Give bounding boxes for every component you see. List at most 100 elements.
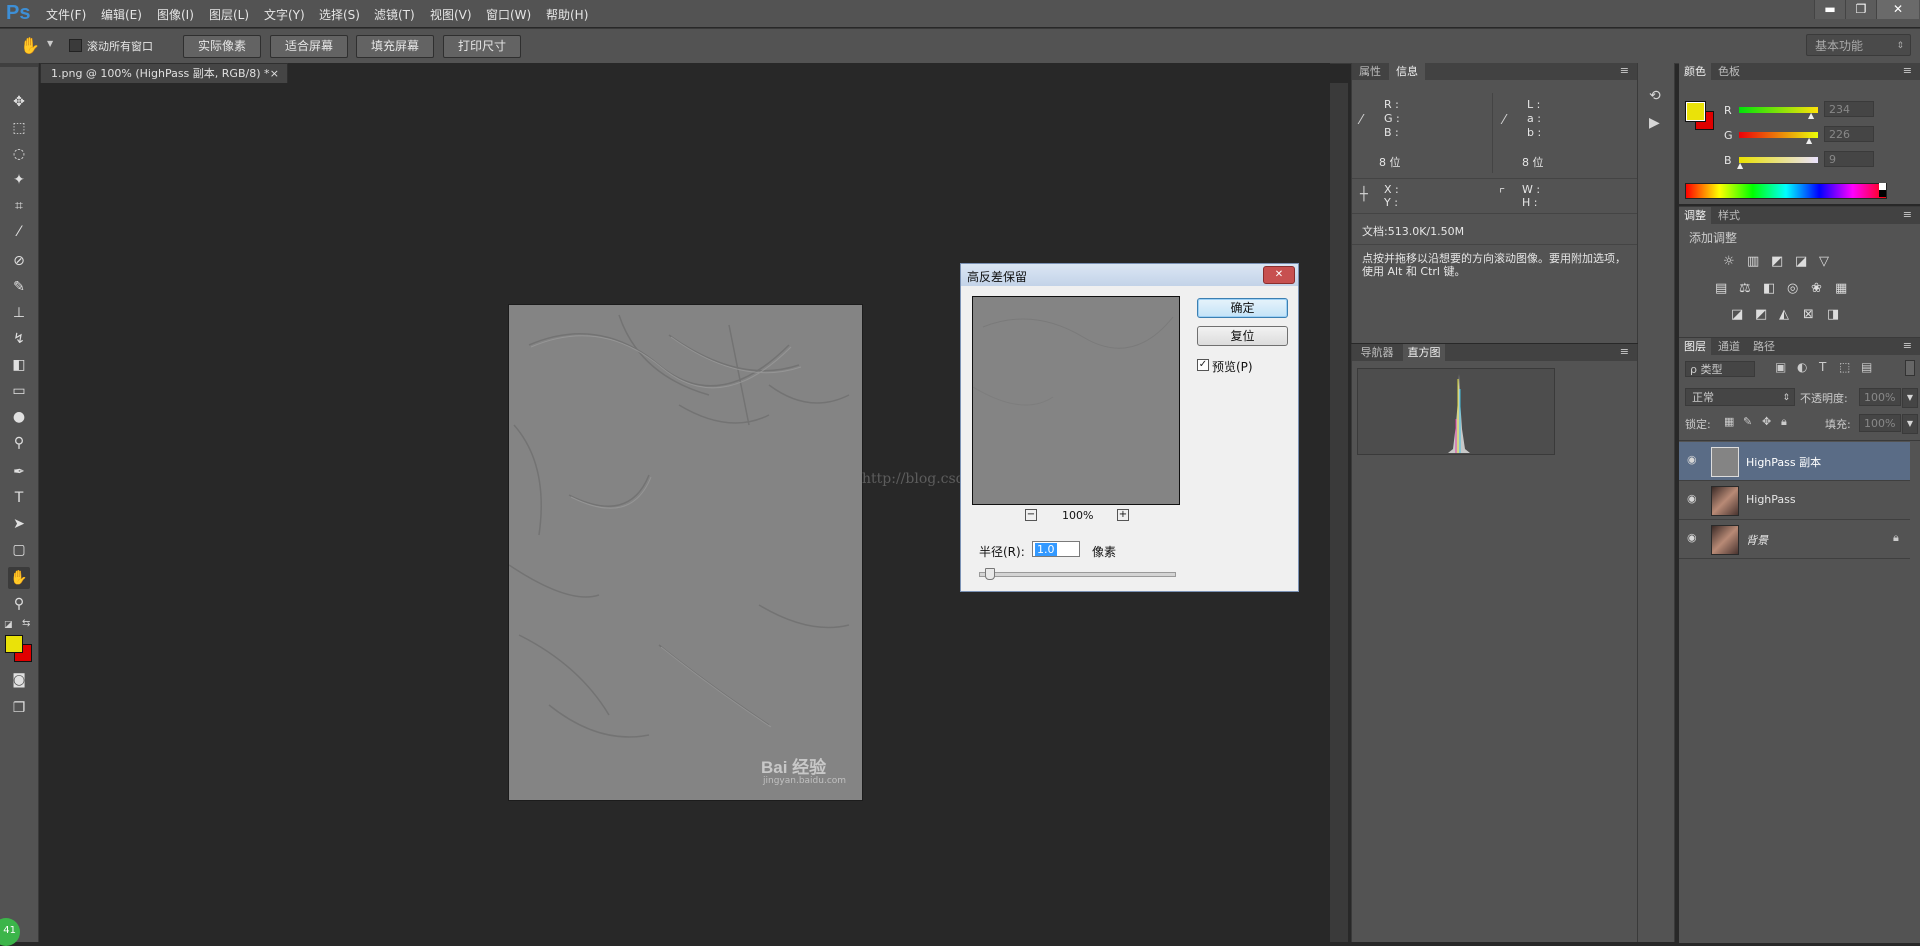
fit-screen-button[interactable]: 适合屏幕 [270,35,348,58]
panel-menu-icon[interactable]: ≡ [1903,339,1912,352]
menu-layer[interactable]: 图层(L) [209,6,249,23]
r-slider-thumb[interactable]: ▲ [1808,111,1814,120]
layer-row-background[interactable]: ◉ 背景 🔒︎ [1679,520,1910,559]
filter-toggle[interactable] [1905,360,1915,376]
zoom-tool-icon[interactable]: ⚲ [8,593,30,615]
layer-name[interactable]: HighPass 副本 [1746,454,1821,470]
panel-menu-icon[interactable]: ≡ [1620,345,1629,358]
photo-filter-icon[interactable]: ◎ [1787,281,1798,296]
color-foreground-swatch[interactable] [1685,101,1706,122]
menu-file[interactable]: 文件(F) [46,6,86,23]
crop-tool-icon[interactable]: ⌗ [8,195,30,217]
threshold-icon[interactable]: ◭ [1779,307,1789,322]
fill-dropdown-icon[interactable]: ▼ [1902,414,1918,434]
minimize-button[interactable]: ▬ [1814,0,1845,19]
layer-row-highpass-copy[interactable]: ◉ HighPass 副本 [1679,442,1910,481]
toolbar-grip[interactable] [0,63,38,67]
layer-row-highpass[interactable]: ◉ HighPass [1679,481,1910,520]
actual-pixels-button[interactable]: 实际像素 [183,35,261,58]
panel-menu-icon[interactable]: ≡ [1903,208,1912,221]
radius-slider-thumb[interactable] [984,568,995,580]
menu-help[interactable]: 帮助(H) [546,6,588,23]
filter-type-icon[interactable]: T [1819,360,1826,374]
tab-navigator[interactable]: 导航器 [1352,344,1402,361]
tab-color[interactable]: 颜色 [1679,63,1711,80]
filter-smart-object-icon[interactable]: ▤ [1861,360,1872,374]
radius-slider-track[interactable] [979,572,1176,577]
foreground-color-swatch[interactable] [5,635,23,653]
lock-transparent-icon[interactable]: ▦ [1724,415,1734,428]
posterize-icon[interactable]: ◩ [1755,307,1767,322]
menu-select[interactable]: 选择(S) [319,6,360,23]
fill-screen-button[interactable]: 填充屏幕 [356,35,434,58]
gradient-map-icon[interactable]: ⊠ [1803,307,1814,322]
screen-mode-icon[interactable]: ❐ [8,697,30,719]
tab-channels[interactable]: 通道 [1712,338,1746,355]
dialog-title-bar[interactable]: 高反差保留 ✕ [961,264,1298,286]
menu-edit[interactable]: 编辑(E) [101,6,142,23]
blend-mode-select[interactable]: 正常 ⇕ [1685,388,1795,406]
path-selection-icon[interactable]: ➤ [8,513,30,535]
channel-mixer-icon[interactable]: ❀ [1811,281,1822,296]
exposure-icon[interactable]: ◪ [1795,254,1807,269]
b-slider-track[interactable] [1739,157,1818,163]
gradient-tool-icon[interactable]: ▭ [8,380,30,402]
menu-type[interactable]: 文字(Y) [264,6,305,23]
fill-input[interactable]: 100% [1859,414,1901,432]
document-canvas-image[interactable]: Bai 经验 jingyan.baidu.com [509,305,862,800]
hue-saturation-icon[interactable]: ▤ [1715,281,1727,296]
tab-info[interactable]: 信息 [1389,63,1425,80]
stamp-tool-icon[interactable]: ⊥ [8,302,30,324]
history-icon[interactable]: ⟲ [1649,88,1661,104]
tab-histogram[interactable]: 直方图 [1403,344,1445,361]
lock-position-icon[interactable]: ✥ [1762,415,1771,428]
history-brush-icon[interactable]: ↯ [8,328,30,350]
lock-all-icon[interactable]: 🔒︎ [1781,415,1787,429]
menu-view[interactable]: 视图(V) [430,6,472,23]
dodge-tool-icon[interactable]: ⚲ [8,432,30,454]
preview-image[interactable] [972,296,1180,505]
eye-icon[interactable]: ◉ [1687,531,1697,544]
b-value-input[interactable]: 9 [1824,151,1874,167]
zoom-in-icon[interactable]: + [1117,509,1129,521]
vertical-scrollbar[interactable] [1330,83,1348,942]
move-tool-icon[interactable]: ✥ [8,91,30,113]
hand-tool-active-icon[interactable]: ✋ [8,567,30,589]
panel-menu-icon[interactable]: ≡ [1903,64,1912,77]
tab-swatches[interactable]: 色板 [1712,63,1746,80]
restore-button[interactable]: ❐ [1845,0,1876,19]
levels-icon[interactable]: ▥ [1747,254,1759,269]
color-lookup-icon[interactable]: ▦ [1835,281,1847,296]
default-colors-icon[interactable]: ◪ [4,620,13,630]
color-spectrum-ramp[interactable] [1685,183,1887,199]
eyedropper-tool-icon[interactable]: ⁄ [8,221,30,243]
filter-pixel-icon[interactable]: ▣ [1775,360,1786,374]
hand-tool-icon[interactable]: ✋ [20,36,40,55]
eye-icon[interactable]: ◉ [1687,453,1697,466]
tool-preset-dropdown-icon[interactable]: ▼ [47,39,53,48]
close-window-button[interactable]: ✕ [1876,0,1919,19]
selective-color-icon[interactable]: ◨ [1827,307,1839,322]
actions-play-icon[interactable]: ▶ [1649,115,1660,131]
eraser-tool-icon[interactable]: ◧ [8,354,30,376]
blur-tool-icon[interactable]: ● [8,406,30,428]
quick-mask-icon[interactable]: ◙ [8,669,30,691]
brightness-icon[interactable]: ☼ [1723,254,1735,269]
invert-icon[interactable]: ◪ [1731,307,1743,322]
zoom-out-icon[interactable]: − [1025,509,1037,521]
menu-window[interactable]: 窗口(W) [486,6,531,23]
b-slider-thumb[interactable]: ▲ [1737,161,1743,170]
dialog-close-button[interactable]: ✕ [1263,266,1295,284]
lock-image-icon[interactable]: ✎ [1743,415,1752,428]
scroll-all-checkbox[interactable] [69,39,82,52]
healing-brush-icon[interactable]: ⊘ [8,250,30,272]
opacity-dropdown-icon[interactable]: ▼ [1902,388,1918,408]
layer-name[interactable]: 背景 [1746,532,1768,548]
tab-paths[interactable]: 路径 [1747,338,1781,355]
tab-properties[interactable]: 属性 [1352,63,1388,80]
curves-icon[interactable]: ◩ [1771,254,1783,269]
preview-checkbox[interactable]: ✓ [1197,359,1209,371]
eye-icon[interactable]: ◉ [1687,492,1697,505]
black-white-icon[interactable]: ◧ [1763,281,1775,296]
type-tool-icon[interactable]: T [8,487,30,509]
